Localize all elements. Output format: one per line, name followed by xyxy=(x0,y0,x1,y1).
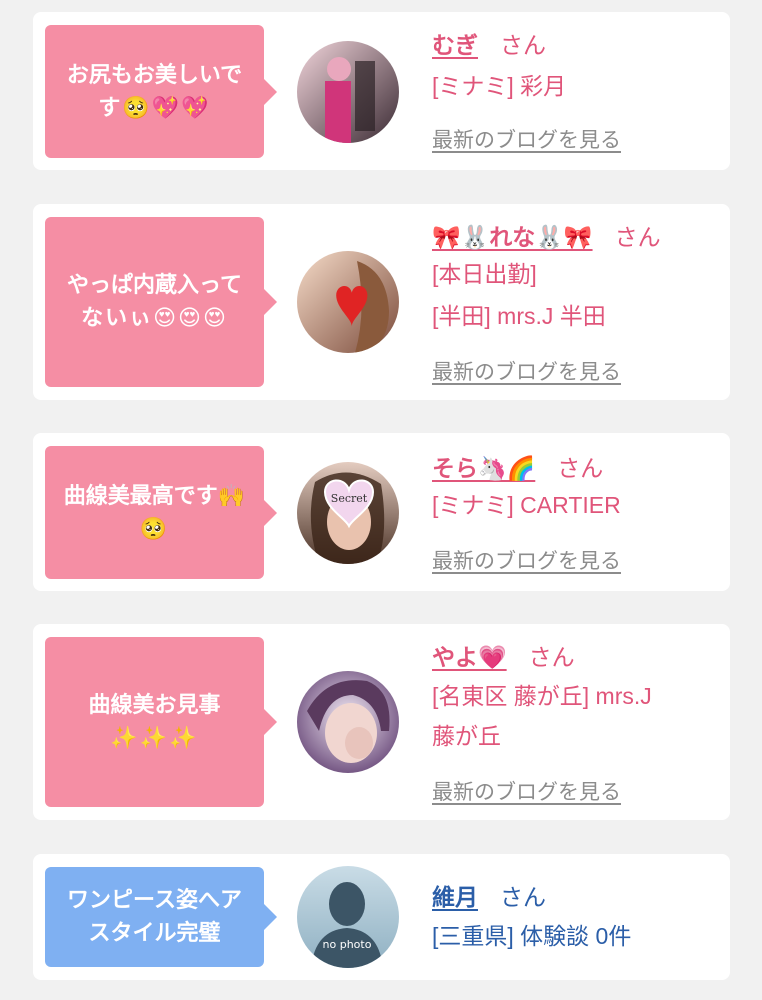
review-card: やっぱ内蔵入って ないぃ😍😍😍 🎀🐰れな🐰🎀 さん [本日出勤] [半田] mrs… xyxy=(33,204,730,400)
honorific: さん xyxy=(614,225,661,251)
review-comment-bubble: 曲線美お見事 ✨✨✨ xyxy=(45,637,277,807)
area-review-count: [三重県] 体験談 0件 xyxy=(432,923,632,949)
reviewer-name-row: やよ💗 さん xyxy=(432,638,575,672)
review-comment-bubble: お尻もお美しいで す🥺💖💖 xyxy=(45,25,277,158)
comment-line: スタイル完璧 xyxy=(88,921,221,946)
comment-line: ワンピース姿へア xyxy=(67,888,242,913)
comment-line: ✨✨✨ xyxy=(110,726,199,751)
review-card: ワンピース姿へア スタイル完璧 no photo 維月 さん [三重県] 体験談 … xyxy=(33,854,730,980)
shop-line: [名東区 藤が丘] mrs.J xyxy=(432,683,652,709)
honorific: さん xyxy=(557,456,604,482)
comment-line: す🥺💖💖 xyxy=(98,95,211,121)
review-card: 曲線美最高です🙌 🥺 Secret そら🦄🌈 さん [ミナミ] CARTIER 最… xyxy=(33,433,730,591)
comment-line: 曲線美お見事 xyxy=(88,693,221,718)
review-list: お尻もお美しいで す🥺💖💖 むぎ さん [ミナミ] 彩月 最新のブログを見る やっ… xyxy=(0,0,762,1000)
reviewer-name-link[interactable]: そら🦄🌈 xyxy=(432,456,535,482)
no-photo-label: no photo xyxy=(323,938,372,951)
avatar[interactable] xyxy=(297,671,399,773)
review-comment-bubble: 曲線美最高です🙌 🥺 xyxy=(45,446,277,579)
review-card: お尻もお美しいで す🥺💖💖 むぎ さん [ミナミ] 彩月 最新のブログを見る xyxy=(33,12,730,170)
latest-blog-link[interactable]: 最新のブログを見る xyxy=(432,545,621,575)
secret-sticker-text: Secret xyxy=(331,492,368,505)
honorific: さん xyxy=(500,885,546,911)
comment-line: お尻もお美しいで xyxy=(66,62,243,88)
comment-line: ないぃ😍😍😍 xyxy=(81,306,228,331)
comment-line: やっぱ内蔵入って xyxy=(67,273,242,298)
comment-line: 🥺 xyxy=(139,516,170,542)
review-comment-bubble: ワンピース姿へア スタイル完璧 xyxy=(45,867,277,967)
shop-line: [ミナミ] CARTIER xyxy=(432,492,621,518)
review-comment-bubble: やっぱ内蔵入って ないぃ😍😍😍 xyxy=(45,217,277,387)
shop-line: [ミナミ] 彩月 xyxy=(432,73,567,99)
avatar[interactable] xyxy=(297,41,399,143)
shop-line: [半田] mrs.J 半田 xyxy=(432,303,606,329)
reviewer-name-link[interactable]: 🎀🐰れな🐰🎀 xyxy=(432,225,593,251)
reviewer-name-link[interactable]: 維月 xyxy=(432,885,478,911)
reviewer-name-row: 🎀🐰れな🐰🎀 さん xyxy=(432,218,661,252)
reviewer-name-link[interactable]: やよ💗 xyxy=(432,645,507,671)
avatar[interactable]: no photo xyxy=(297,866,399,968)
reviewer-name-row: むぎ さん xyxy=(432,26,546,60)
honorific: さん xyxy=(528,645,575,671)
reviewer-name-row: 維月 さん xyxy=(432,878,546,912)
avatar[interactable]: Secret xyxy=(297,462,399,564)
latest-blog-link[interactable]: 最新のブログを見る xyxy=(432,776,621,806)
reviewer-name-row: そら🦄🌈 さん xyxy=(432,449,603,483)
latest-blog-link[interactable]: 最新のブログを見る xyxy=(432,124,621,154)
latest-blog-link[interactable]: 最新のブログを見る xyxy=(432,356,621,386)
review-card: 曲線美お見事 ✨✨✨ やよ💗 さん [名東区 藤が丘] mrs.J 藤が丘 最新の… xyxy=(33,624,730,820)
status-line: [本日出勤] xyxy=(432,261,537,287)
avatar[interactable] xyxy=(297,251,399,353)
honorific: さん xyxy=(500,33,546,59)
shop-line-continued: 藤が丘 xyxy=(432,723,501,749)
reviewer-name-link[interactable]: むぎ xyxy=(432,33,478,59)
comment-line: 曲線美最高です🙌 xyxy=(63,483,246,509)
